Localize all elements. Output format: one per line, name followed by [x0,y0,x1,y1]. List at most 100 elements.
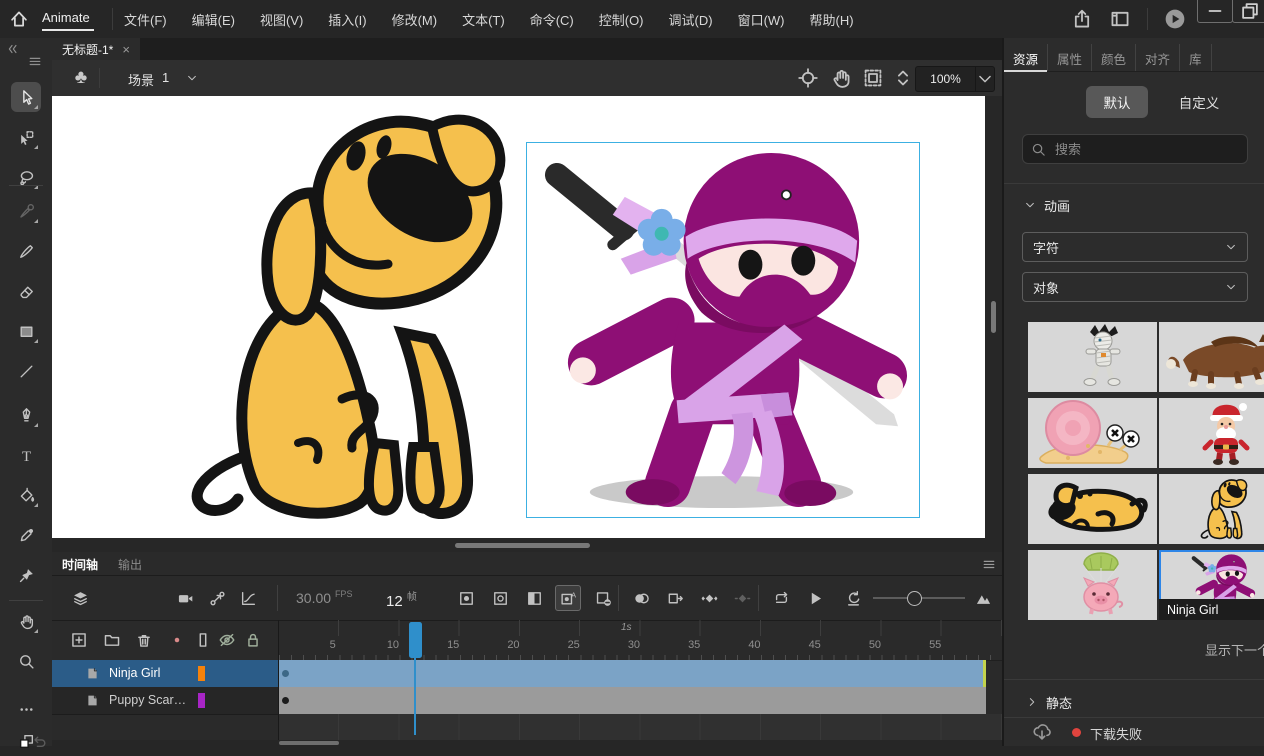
snail-thumbnail[interactable] [1028,398,1157,468]
frame-span[interactable] [279,687,986,714]
fluid-brush-tool[interactable] [11,196,41,226]
panel-tab-库[interactable]: 库 [1180,44,1212,71]
keyframe-hollow[interactable] [487,585,513,611]
layer-row-Ninja Girl[interactable]: Ninja Girl [52,660,278,688]
rotate-canvas-icon[interactable] [830,67,852,89]
section-static-row[interactable]: 静态 [1004,688,1264,717]
quick-play-icon[interactable] [1164,8,1186,30]
menu-窗口(W)[interactable]: 窗口(W) [738,10,785,29]
zoom-dropdown-icon[interactable] [975,67,994,91]
characters-filter-select[interactable]: 字符 [1022,232,1248,262]
frame-span[interactable] [279,660,986,687]
search-box[interactable] [1022,134,1248,164]
delete-layer-icon[interactable] [135,631,153,649]
loop-playback[interactable] [768,585,794,611]
add-folder-icon[interactable] [103,631,121,649]
mode-custom-button[interactable]: 自定义 [1164,86,1234,118]
selection-tool[interactable] [11,82,41,112]
puppy-sitting-thumbnail[interactable] [1159,474,1264,544]
stage-horizontal-scrollbar[interactable] [52,538,1002,552]
chevron-down-icon[interactable] [1024,199,1036,211]
menu-文本(T)[interactable]: 文本(T) [462,10,505,29]
puppy-crawling-thumbnail[interactable] [1028,474,1157,544]
show-hide-all-icon[interactable] [218,631,236,649]
timeline-horizontal-scrollbar[interactable] [52,740,1002,746]
lock-all-icon[interactable] [244,631,262,649]
keyframe-dot[interactable] [282,670,289,677]
panel-tab-资源[interactable]: 资源 [1004,44,1048,71]
edit-symbols-icon[interactable]: ♣ [68,65,94,91]
zoom-level-select[interactable]: 100% [915,66,995,92]
layers-panel[interactable] [67,585,93,611]
mode-default-button[interactable]: 默认 [1086,86,1148,118]
pig-parachute-thumbnail[interactable] [1028,550,1157,620]
document-tab[interactable]: 无标题-1* × [52,38,140,60]
paint-bucket-tool[interactable] [11,480,41,510]
objects-filter-select[interactable]: 对象 [1022,272,1248,302]
lasso-tool[interactable] [11,162,41,192]
insert-frame[interactable] [662,585,688,611]
mummy-thumbnail[interactable] [1028,322,1157,392]
onion-skin[interactable] [628,585,654,611]
section-animated[interactable]: 动画 [1044,196,1070,215]
eraser-tool[interactable] [11,276,41,306]
scene-dropdown-icon[interactable] [186,72,198,84]
timeline-seconds-strip[interactable]: 1s [279,620,1003,636]
menu-控制(O)[interactable]: 控制(O) [599,10,644,29]
layer-row-Puppy Scar…[interactable]: Puppy Scar… [52,687,278,715]
frame-span-row-Ninja Girl[interactable] [279,660,1003,687]
tab-timeline[interactable]: 时间轴 [62,556,98,573]
search-input[interactable] [1053,141,1227,158]
pin-tool[interactable] [11,560,41,590]
panel-tab-颜色[interactable]: 颜色 [1092,44,1136,71]
tools-menu-icon[interactable] [27,54,43,68]
frame-size-slider-knob[interactable] [907,591,922,606]
stage-vertical-scroll-thumb[interactable] [991,301,996,333]
menu-编辑(E)[interactable]: 编辑(E) [192,10,235,29]
zoom-stepper-icon[interactable] [892,67,914,89]
hand-tool[interactable] [11,606,41,636]
stage-canvas[interactable] [52,96,985,538]
ninja-girl-thumbnail[interactable]: Ninja Girl [1159,550,1264,620]
menu-修改(M)[interactable]: 修改(M) [392,10,438,29]
current-frame-indicator[interactable]: 12 帧 [386,588,417,610]
menu-文件(F)[interactable]: 文件(F) [124,10,167,29]
keyframe-dot[interactable] [282,697,289,704]
menu-命令(C)[interactable]: 命令(C) [530,10,574,29]
share-icon[interactable] [1071,8,1093,30]
line-tool[interactable] [11,356,41,386]
keyframe-half[interactable] [521,585,547,611]
frame-span-row-Puppy Scar…[interactable] [279,687,1003,714]
keyframe-filled[interactable] [453,585,479,611]
panel-tab-属性[interactable]: 属性 [1048,44,1092,71]
outline-color-dot-icon[interactable] [168,631,186,649]
window-restore-button[interactable] [1232,0,1264,23]
menu-帮助(H)[interactable]: 帮助(H) [810,10,854,29]
rectangle-tool[interactable] [11,316,41,346]
stage-horizontal-scroll-thumb[interactable] [455,543,590,548]
santa-thumbnail[interactable] [1159,398,1264,468]
frames-empty-area[interactable] [279,714,1003,740]
remove-keyframe[interactable] [590,585,616,611]
menu-插入(I)[interactable]: 插入(I) [328,10,366,29]
workspace-layout-icon[interactable] [1109,8,1131,30]
window-minimize-button[interactable] [1197,0,1233,23]
puppy-artwork[interactable] [170,101,510,526]
center-stage-icon[interactable] [797,67,819,89]
timeline-panel-menu-icon[interactable] [982,557,996,571]
close-tab-icon[interactable]: × [122,42,130,57]
layer-color-swatch[interactable] [198,666,205,681]
home-icon[interactable] [8,8,30,30]
pen-tool[interactable] [11,400,41,430]
play-button[interactable] [802,585,828,611]
layer-height-icon[interactable] [194,631,212,649]
more-options[interactable] [11,694,41,724]
eyedropper-tool[interactable] [11,520,41,550]
fps-indicator[interactable]: 30.00 FPS [296,589,352,606]
timeline-zoom[interactable] [970,585,996,611]
panel-tab-对齐[interactable]: 对齐 [1136,44,1180,71]
collapse-panel-icon[interactable] [5,42,19,56]
brush-tool[interactable] [11,236,41,266]
show-next-link[interactable]: 显示下一个 [1205,640,1264,659]
create-tween[interactable] [696,585,722,611]
